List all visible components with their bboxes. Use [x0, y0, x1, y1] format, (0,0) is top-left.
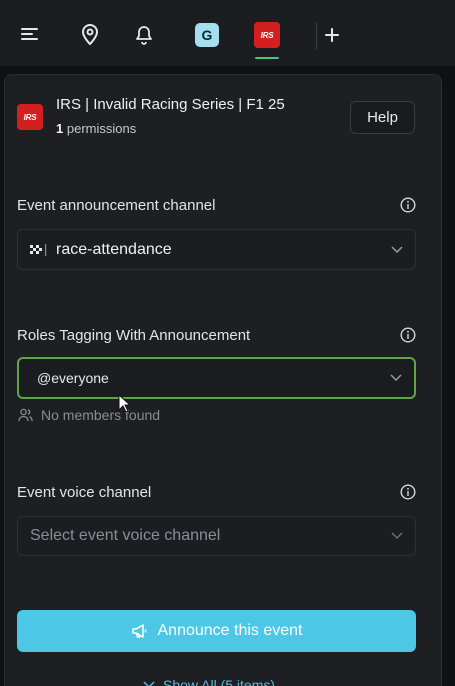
- chevron-down-icon: [391, 532, 403, 540]
- announcement-channel-value: race-attendance: [56, 240, 172, 258]
- users-icon: [18, 408, 33, 422]
- chevron-down-icon: [390, 374, 402, 382]
- server-logo-text: IRS: [23, 112, 37, 122]
- permissions-count: 1: [56, 121, 64, 136]
- bell-icon[interactable]: [126, 17, 162, 53]
- announce-event-label: Announce this event: [157, 622, 303, 639]
- voice-channel-label: Event voice channel: [17, 484, 152, 501]
- info-icon[interactable]: [400, 327, 416, 343]
- hamburger-menu-icon[interactable]: [12, 17, 48, 53]
- chevron-down-icon: [391, 245, 403, 253]
- help-button[interactable]: Help: [350, 101, 415, 134]
- server-logo: IRS: [17, 104, 43, 130]
- no-members-text: No members found: [41, 407, 161, 423]
- announcement-channel-select[interactable]: race-attendance: [17, 229, 416, 270]
- voice-channel-select[interactable]: Select event voice channel: [17, 516, 416, 556]
- mouse-cursor-icon: [118, 394, 132, 413]
- server-g-label: G: [195, 23, 219, 47]
- server-permissions: 1 permissions: [56, 121, 136, 136]
- roles-label: Roles Tagging With Announcement: [17, 327, 251, 344]
- show-all-link[interactable]: Show All (5 items): [143, 677, 275, 686]
- no-members-message: No members found: [18, 407, 160, 423]
- server-irs-button[interactable]: IRS: [249, 17, 285, 53]
- plus-icon[interactable]: [314, 17, 350, 53]
- show-all-label: Show All (5 items): [163, 677, 276, 686]
- top-navigation-bar: G IRS: [0, 0, 455, 66]
- roles-select[interactable]: @everyone: [17, 357, 416, 399]
- location-pin-icon[interactable]: [72, 17, 108, 53]
- roles-value: @everyone: [37, 370, 109, 386]
- server-irs-label: IRS: [260, 30, 274, 40]
- announce-event-button[interactable]: Announce this event: [17, 610, 416, 652]
- info-icon[interactable]: [400, 484, 416, 500]
- active-server-indicator: [255, 57, 279, 59]
- announcement-channel-label: Event announcement channel: [17, 197, 216, 214]
- chevron-down-icon: [143, 681, 155, 686]
- megaphone-icon: [131, 624, 146, 638]
- server-name: IRS | Invalid Racing Series | F1 25: [56, 96, 285, 113]
- permissions-label: permissions: [66, 121, 137, 136]
- voice-channel-placeholder: Select event voice channel: [30, 527, 221, 544]
- info-icon[interactable]: [400, 197, 416, 213]
- server-g-button[interactable]: G: [189, 17, 225, 53]
- checkered-flag-icon: [30, 243, 48, 257]
